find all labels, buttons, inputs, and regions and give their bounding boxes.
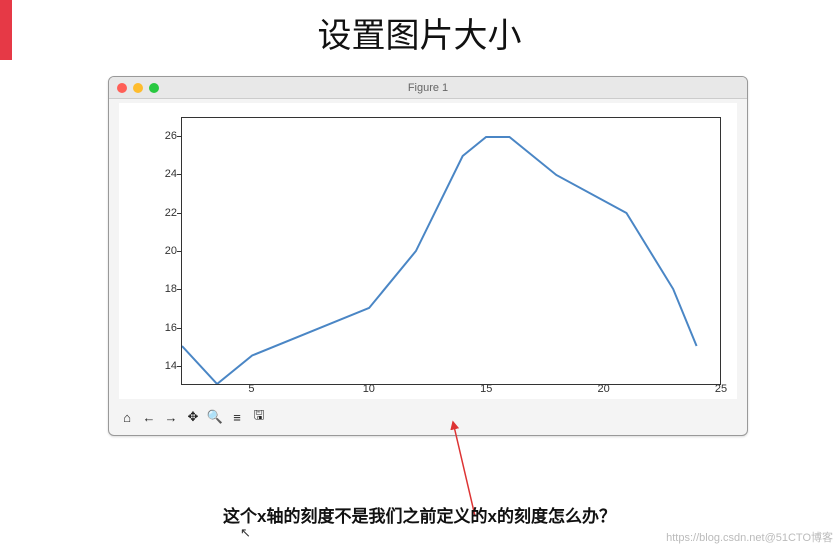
- watermark-text: https://blog.csdn.net@51CTO博客: [666, 529, 833, 545]
- configure-icon[interactable]: ≡: [227, 407, 247, 427]
- x-tick-label: 5: [248, 383, 254, 395]
- window-title: Figure 1: [408, 82, 448, 94]
- window-titlebar: Figure 1: [109, 77, 747, 99]
- x-tick-label: 15: [480, 383, 492, 395]
- home-icon[interactable]: ⌂: [117, 407, 137, 427]
- back-icon[interactable]: ←: [139, 407, 159, 427]
- forward-icon[interactable]: →: [161, 407, 181, 427]
- plot-area: 14 16 18 20 22 24 26 5 10 15 20 25: [119, 103, 737, 399]
- maximize-icon[interactable]: [149, 83, 159, 93]
- page-title: 设置图片大小: [0, 0, 839, 57]
- minimize-icon[interactable]: [133, 83, 143, 93]
- y-tick-label: 14: [155, 360, 177, 372]
- y-tick-label: 26: [155, 130, 177, 142]
- accent-bar: [0, 0, 12, 60]
- x-tick-label: 20: [597, 383, 609, 395]
- x-tick-label: 25: [715, 383, 727, 395]
- save-icon[interactable]: 🖫: [249, 407, 269, 427]
- pan-icon[interactable]: ✥: [183, 407, 203, 427]
- y-tick-label: 20: [155, 245, 177, 257]
- matplotlib-toolbar: ⌂ ← → ✥ 🔍 ≡ 🖫: [117, 405, 269, 429]
- caption-text: 这个x轴的刻度不是我们之前定义的x的刻度怎么办？: [0, 502, 839, 527]
- chart-axes: [181, 117, 721, 385]
- figure-window: Figure 1 14 16 18 20 22 24 26 5 10 15 20 25 ⌂ ← → …: [108, 76, 748, 436]
- y-tick-label: 24: [155, 168, 177, 180]
- traffic-lights: [117, 83, 159, 93]
- close-icon[interactable]: [117, 83, 127, 93]
- x-tick-label: 10: [363, 383, 375, 395]
- cursor-icon: ↖: [240, 525, 251, 541]
- y-tick-label: 22: [155, 207, 177, 219]
- y-tick-label: 18: [155, 283, 177, 295]
- y-tick-label: 16: [155, 322, 177, 334]
- zoom-icon[interactable]: 🔍: [205, 407, 225, 427]
- line-series: [182, 118, 720, 384]
